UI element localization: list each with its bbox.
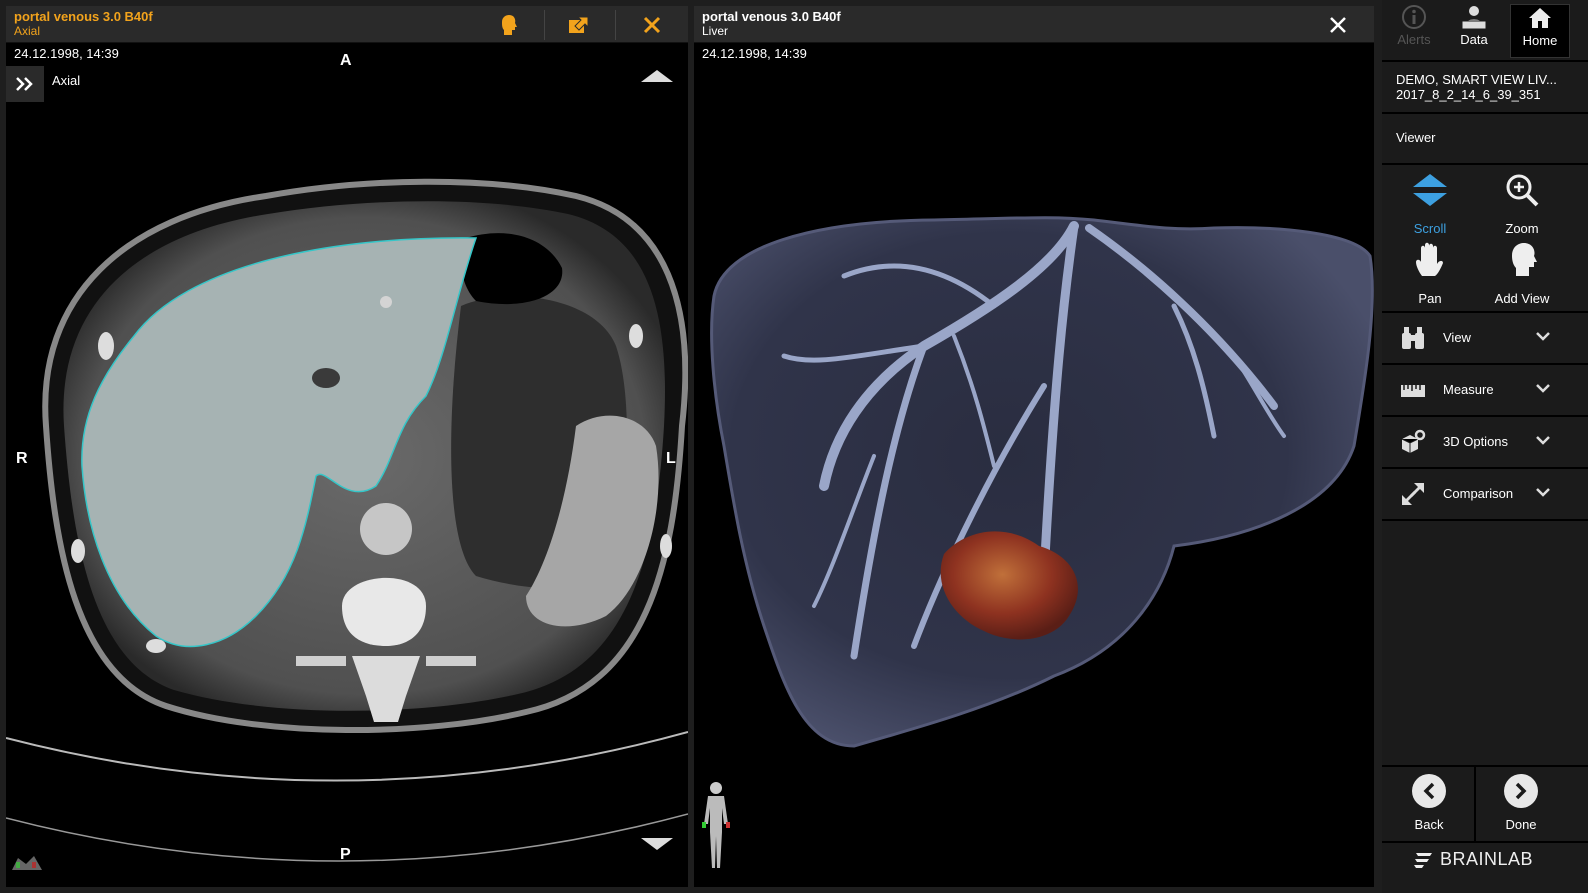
data-button[interactable]: Data: [1445, 4, 1503, 58]
head-icon: [502, 14, 517, 35]
view-menu-label: View: [1443, 330, 1471, 345]
3d-options-menu-label: 3D Options: [1443, 434, 1509, 449]
add-view-tool-button[interactable]: Add View: [1480, 242, 1564, 306]
zoom-tool-label: Zoom: [1505, 221, 1539, 236]
head-icon: [1512, 243, 1537, 276]
compare-arrows-icon: [1402, 483, 1424, 505]
scroll-down-button[interactable]: [638, 834, 676, 854]
view-menu[interactable]: View: [1382, 313, 1568, 363]
alerts-button[interactable]: Alerts: [1385, 4, 1443, 58]
orientation-cube-icon: [12, 856, 42, 870]
chevron-down-icon: [1536, 332, 1550, 341]
body-orientation-figure-icon: [702, 782, 730, 868]
comparison-menu-label: Comparison: [1443, 486, 1514, 501]
scroll-icon: [1413, 174, 1447, 206]
back-arrow-icon: [1412, 774, 1446, 808]
3d-view-titlebar: portal venous 3.0 B40f Liver: [694, 6, 1374, 43]
binoculars-icon: [1402, 327, 1424, 349]
axial-datetime: 24.12.1998, 14:39: [14, 46, 119, 61]
close-3d-view-button[interactable]: [1310, 6, 1366, 43]
triangle-down-icon: [641, 838, 673, 850]
ruler-icon: [1401, 385, 1425, 397]
data-label: Data: [1460, 32, 1488, 47]
3d-view-panel[interactable]: portal venous 3.0 B40f Liver 24.12.1998,…: [694, 6, 1374, 887]
axial-series-subtitle: Axial: [14, 24, 41, 38]
3d-series-title: portal venous 3.0 B40f: [702, 9, 841, 24]
patient-info[interactable]: DEMO, SMART VIEW LIV... 2017_8_2_14_6_39…: [1396, 72, 1557, 102]
forward-arrow-icon: [1504, 774, 1538, 808]
orientation-posterior: P: [340, 846, 351, 863]
close-icon: [643, 16, 661, 33]
patient-data-icon: [1461, 6, 1487, 30]
orientation-left: L: [666, 450, 676, 467]
back-button[interactable]: Back: [1384, 770, 1474, 840]
hand-icon: [1416, 242, 1443, 276]
pan-tool-button[interactable]: Pan: [1388, 242, 1472, 306]
view-orientation-label: Axial: [52, 73, 81, 88]
info-icon: [1402, 5, 1426, 29]
patient-id: 2017_8_2_14_6_39_351: [1396, 87, 1541, 102]
measure-menu[interactable]: Measure: [1382, 365, 1568, 415]
axial-view-titlebar: portal venous 3.0 B40f Axial: [6, 6, 688, 43]
chevron-down-icon: [1536, 488, 1550, 497]
brand-logo: BRAINLAB: [1412, 849, 1533, 870]
double-chevron-right-icon: [16, 77, 33, 91]
3d-datetime: 24.12.1998, 14:39: [702, 46, 807, 61]
ct-axial-image[interactable]: [6, 6, 688, 887]
zoom-tool-button[interactable]: Zoom: [1480, 172, 1564, 236]
triangle-up-icon: [641, 70, 673, 82]
3d-series-subtitle: Liver: [702, 24, 729, 38]
sidebar: Alerts Data Home DEMO, SMART VIEW LIV...…: [1382, 0, 1588, 893]
back-label: Back: [1414, 817, 1444, 832]
measure-menu-label: Measure: [1443, 382, 1494, 397]
alerts-label: Alerts: [1397, 32, 1431, 47]
chevron-down-icon: [1536, 384, 1550, 393]
undock-view-button[interactable]: [551, 6, 607, 43]
close-axial-view-button[interactable]: [624, 6, 680, 43]
add-view-tool-label: Add View: [1494, 291, 1550, 306]
3d-options-menu[interactable]: 3D Options: [1382, 417, 1568, 467]
external-window-icon: [569, 16, 589, 33]
comparison-menu[interactable]: Comparison: [1382, 469, 1568, 519]
scroll-tool-button[interactable]: Scroll: [1388, 172, 1472, 236]
done-button[interactable]: Done: [1476, 770, 1566, 840]
home-button[interactable]: Home: [1510, 4, 1570, 58]
scroll-up-button[interactable]: [638, 66, 676, 86]
orientation-right: R: [16, 450, 28, 467]
close-icon: [1330, 16, 1346, 33]
cube-gear-icon: [1401, 429, 1426, 453]
zoom-icon: [1506, 174, 1539, 207]
brand-name: BRAINLAB: [1440, 849, 1534, 869]
axial-view-panel[interactable]: portal venous 3.0 B40f Axial 24.12.1998,…: [6, 6, 688, 887]
axial-series-title: portal venous 3.0 B40f: [14, 9, 153, 24]
orientation-anterior: A: [340, 52, 352, 69]
liver-3d-render[interactable]: [694, 6, 1374, 887]
viewer-heading: Viewer: [1396, 130, 1436, 145]
done-label: Done: [1505, 817, 1537, 832]
expand-view-list-button[interactable]: [6, 66, 44, 102]
brainlab-logo-icon: [1414, 852, 1432, 868]
home-icon: [1529, 8, 1551, 28]
scroll-tool-label: Scroll: [1413, 221, 1447, 236]
home-label: Home: [1522, 33, 1558, 48]
pan-tool-label: Pan: [1418, 291, 1442, 306]
head-view-button[interactable]: [480, 6, 536, 43]
chevron-down-icon: [1536, 436, 1550, 445]
patient-name: DEMO, SMART VIEW LIV...: [1396, 72, 1557, 87]
